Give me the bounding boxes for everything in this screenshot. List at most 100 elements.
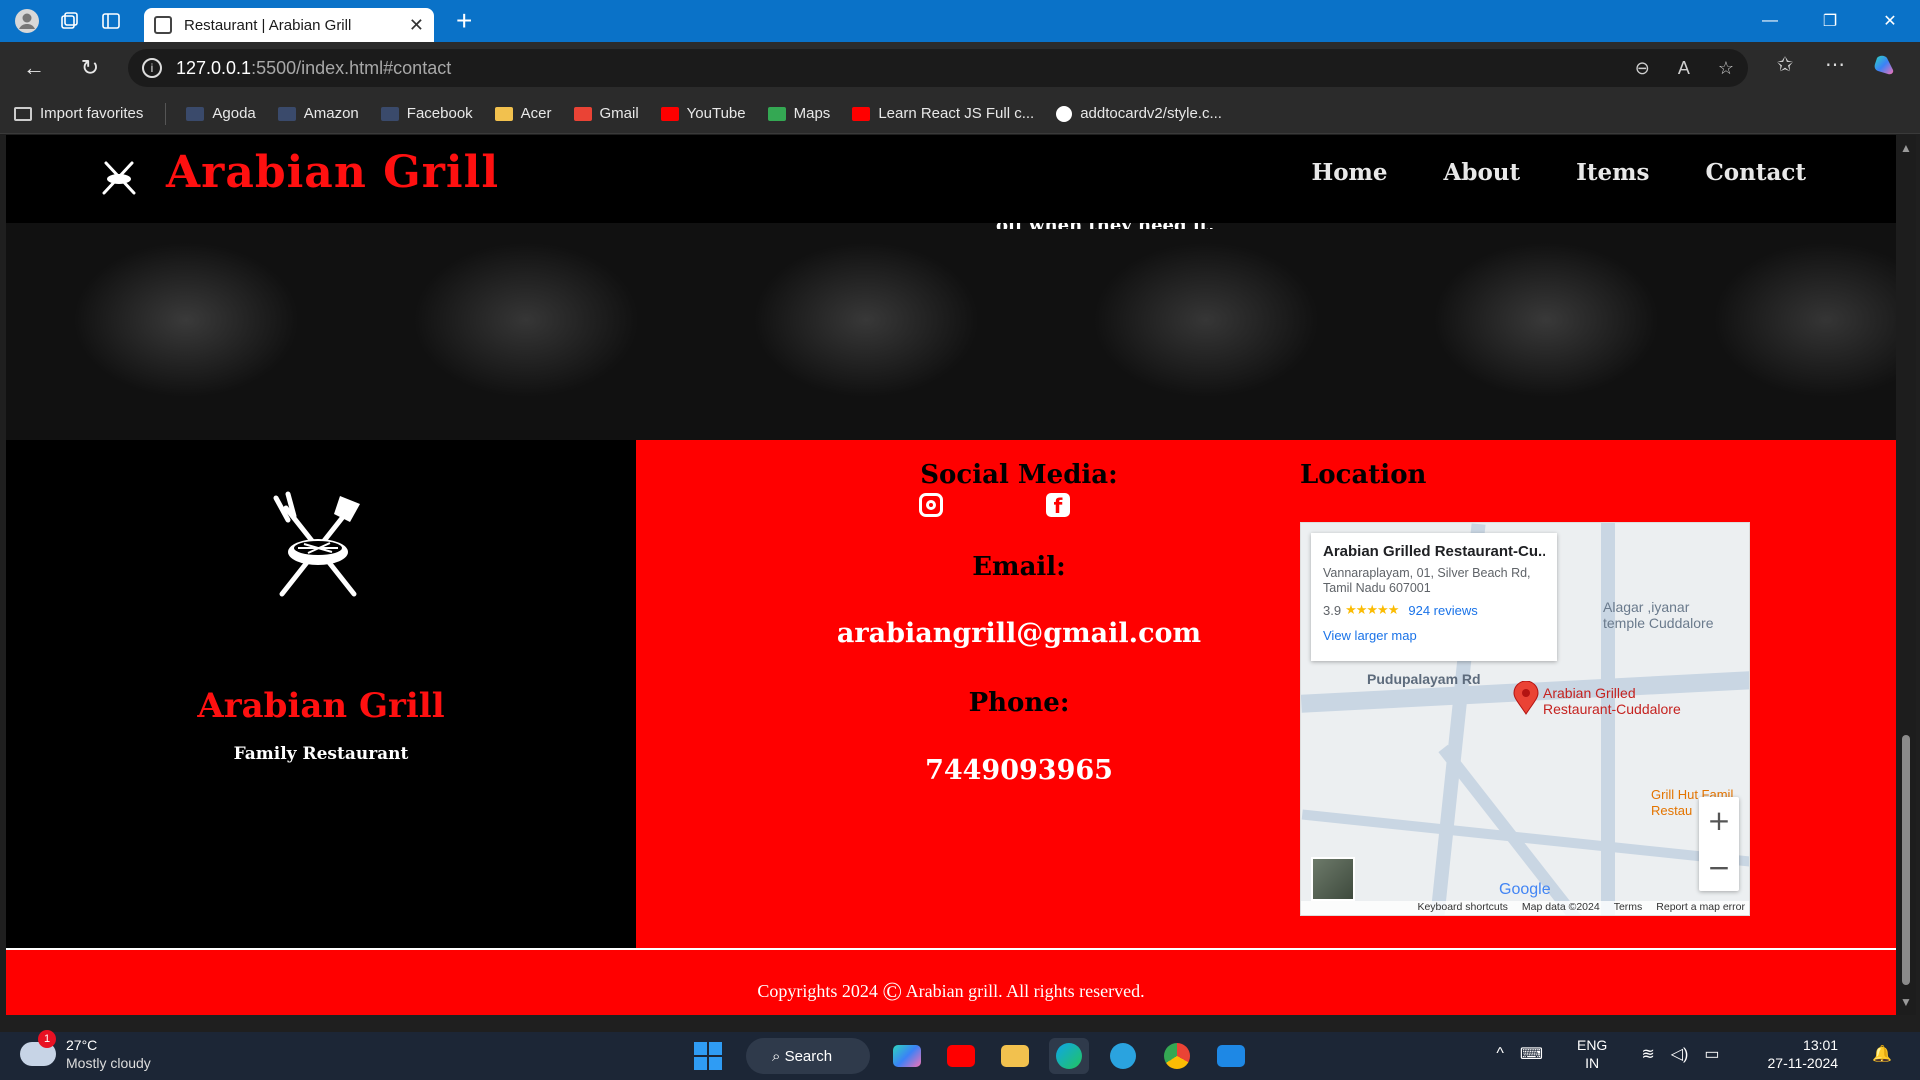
satellite-toggle[interactable]: [1311, 857, 1355, 901]
grill-icon: [268, 490, 368, 600]
favorites-bar-item[interactable]: Acer: [494, 105, 552, 122]
site-brand[interactable]: Arabian Grill: [166, 147, 499, 198]
favorite-label: Acer: [520, 105, 552, 122]
grill-logo-icon[interactable]: [98, 155, 140, 197]
pin-label-line-2: Restaurant-Cuddalore: [1543, 701, 1681, 717]
favorite-star-icon[interactable]: ☆: [1718, 58, 1734, 79]
report-error-link[interactable]: Report a map error: [1656, 901, 1745, 915]
page-scrollbar[interactable]: ▲ ▼: [1896, 135, 1916, 1015]
keyboard-icon[interactable]: ⌨: [1520, 1044, 1543, 1064]
language-indicator[interactable]: ENG IN: [1577, 1036, 1607, 1072]
favorites-bar-item[interactable]: Amazon: [277, 105, 359, 122]
url-path: :5500/index.html#contact: [251, 57, 452, 78]
workspaces-icon[interactable]: [54, 6, 84, 36]
nav-items[interactable]: Items: [1576, 159, 1649, 186]
volume-icon[interactable]: ◁): [1671, 1044, 1689, 1064]
refresh-icon[interactable]: ↻: [68, 48, 112, 88]
favorite-label: Agoda: [212, 105, 256, 122]
weather-temp: 27°C: [66, 1037, 98, 1053]
gmail-icon: [573, 106, 592, 121]
favorites-bar-item[interactable]: Facebook: [380, 105, 473, 122]
favorites-bar: Import favorites Agoda Amazon Facebook A…: [0, 94, 1920, 134]
facebook-icon[interactable]: f: [1046, 493, 1070, 518]
folder-icon: [494, 106, 513, 121]
back-icon[interactable]: ←: [12, 48, 56, 88]
copilot-icon[interactable]: [1860, 52, 1910, 84]
page-viewport: off when they need it, Arabian Grill Hom…: [6, 135, 1896, 1015]
scrollbar-thumb[interactable]: [1902, 735, 1910, 985]
edge-app-icon[interactable]: [1049, 1038, 1089, 1074]
aws-icon: [186, 106, 205, 121]
youtube-app-icon[interactable]: [941, 1038, 981, 1074]
nav-contact[interactable]: Contact: [1705, 159, 1806, 186]
profile-icon[interactable]: [12, 6, 42, 36]
favorites-icon[interactable]: ✩: [1760, 52, 1810, 84]
close-tab-icon[interactable]: ✕: [409, 15, 424, 36]
rating-value: 3.9: [1323, 602, 1342, 618]
embedded-map[interactable]: Pudupalayam Rd Alagar ,iyanar temple Cudd…: [1300, 522, 1750, 916]
address-bar-row: ← ↻ i 127.0.0.1:5500/index.html#contact …: [0, 42, 1920, 94]
copyright-icon: ©: [882, 977, 903, 1006]
favorite-label: YouTube: [686, 105, 746, 122]
more-menu-icon[interactable]: ⋯: [1810, 52, 1860, 84]
terms-link[interactable]: Terms: [1614, 901, 1643, 915]
rating-stars-icon: ★★★★★: [1345, 602, 1399, 617]
map-pin-icon[interactable]: [1513, 680, 1539, 715]
email-value[interactable]: arabiangrill@gmail.com: [769, 618, 1269, 649]
restore-icon[interactable]: ❐: [1800, 0, 1860, 42]
taskbar-search[interactable]: ⌕ Search: [746, 1038, 870, 1074]
file-explorer-icon[interactable]: [995, 1038, 1035, 1074]
notification-badge: 1: [38, 1030, 56, 1048]
read-aloud-icon[interactable]: A: [1678, 58, 1690, 79]
reviews-link[interactable]: 924 reviews: [1408, 603, 1477, 618]
tab-active[interactable]: Restaurant | Arabian Grill ✕: [144, 8, 434, 42]
copyright-prefix: Copyrights 2024: [757, 981, 883, 1001]
battery-icon[interactable]: ▭: [1704, 1044, 1719, 1064]
scroll-up-icon[interactable]: ▲: [1900, 141, 1912, 155]
view-larger-map-link[interactable]: View larger map: [1323, 628, 1545, 643]
chevron-up-icon[interactable]: ^: [1496, 1045, 1504, 1063]
clock[interactable]: 13:01 27-11-2024: [1768, 1036, 1839, 1072]
site-info-icon[interactable]: i: [142, 58, 162, 78]
favorites-bar-item[interactable]: YouTube: [660, 105, 746, 122]
nav-home[interactable]: Home: [1311, 159, 1387, 186]
phone-heading: Phone:: [968, 688, 1070, 718]
close-window-icon[interactable]: ✕: [1860, 0, 1920, 42]
telegram-app-icon[interactable]: [1103, 1038, 1143, 1074]
favorites-bar-item[interactable]: Maps: [767, 105, 830, 122]
start-icon[interactable]: [694, 1042, 722, 1070]
zoom-out-button[interactable]: −: [1699, 844, 1739, 891]
favorites-bar-item[interactable]: addtocardv2/style.c...: [1056, 105, 1222, 122]
weather-widget[interactable]: 1 27°C Mostly cloudy: [20, 1030, 151, 1072]
instagram-icon[interactable]: [919, 493, 943, 517]
weather-desc: Mostly cloudy: [66, 1055, 151, 1071]
system-tray: ^ ⌨ ENG IN ≋ ◁) ▭ 13:01 27-11-2024 🔔: [1488, 1036, 1900, 1072]
favorites-bar-item[interactable]: Learn React JS Full c...: [852, 105, 1034, 122]
wifi-icon[interactable]: ≋: [1641, 1044, 1654, 1064]
new-tab-icon[interactable]: +: [456, 5, 472, 37]
scroll-down-icon[interactable]: ▼: [1900, 995, 1912, 1009]
keyboard-shortcuts-link[interactable]: Keyboard shortcuts: [1417, 901, 1507, 915]
map-road-label: Pudupalayam Rd: [1367, 671, 1481, 687]
minimize-icon[interactable]: —: [1740, 0, 1800, 42]
vertical-tabs-icon[interactable]: [96, 6, 126, 36]
clock-time: 13:01: [1803, 1037, 1839, 1053]
footer-brand-title: Arabian Grill: [197, 686, 445, 726]
favorites-bar-item[interactable]: Agoda: [186, 105, 256, 122]
address-bar[interactable]: i 127.0.0.1:5500/index.html#contact ⊖ A …: [128, 49, 1748, 87]
copyright-suffix: Arabian grill. All rights reserved.: [902, 981, 1145, 1001]
vscode-app-icon[interactable]: [1211, 1038, 1251, 1074]
chrome-app-icon[interactable]: [1157, 1038, 1197, 1074]
poi-line-2: Restau: [1651, 803, 1693, 818]
nav-about[interactable]: About: [1444, 159, 1521, 186]
region-code: IN: [1585, 1055, 1600, 1071]
github-icon: [1056, 105, 1073, 122]
copilot-app-icon[interactable]: [887, 1038, 927, 1074]
favorites-bar-item[interactable]: Gmail: [573, 105, 639, 122]
notification-bell-icon[interactable]: 🔔: [1872, 1044, 1892, 1064]
favorites-bar-item[interactable]: Import favorites: [14, 105, 143, 122]
zoom-out-icon[interactable]: ⊖: [1635, 58, 1650, 79]
favorite-label: Learn React JS Full c...: [878, 105, 1035, 122]
phone-value[interactable]: 7449093965: [819, 755, 1219, 786]
zoom-in-button[interactable]: +: [1699, 797, 1739, 844]
